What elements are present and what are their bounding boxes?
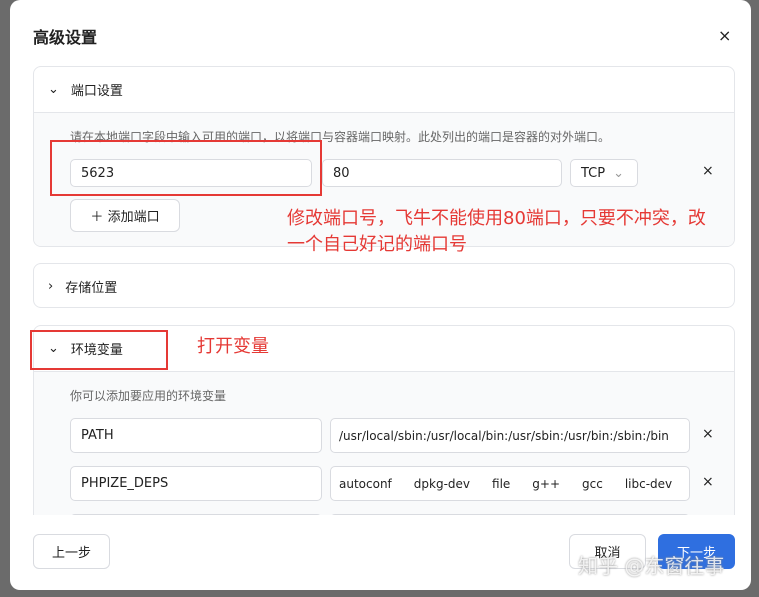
container-port-input[interactable]: 80 <box>322 159 562 187</box>
annotation-box <box>50 140 322 196</box>
watermark: 知乎 @东窗往事 <box>578 554 725 578</box>
prev-step-button[interactable]: 上一步 <box>33 534 110 569</box>
chevron-right-icon: › <box>48 279 54 294</box>
close-icon[interactable]: × <box>718 26 731 45</box>
chevron-down-icon: ⌄ <box>613 165 625 181</box>
annotation-box <box>30 330 168 370</box>
advanced-settings-dialog: 高级设置 × ⌄ 端口设置 请在本地端口字段中输入可用的端口，以将端口与容器端口映… <box>10 0 751 590</box>
remove-env-icon[interactable]: × <box>702 426 714 442</box>
env-annotation: 打开变量 <box>197 336 269 357</box>
env-value-tags[interactable]: autoconf dpkg-dev file g++ gcc libc-dev <box>330 466 690 501</box>
env-value-input[interactable]: /usr/local/sbin:/usr/local/bin:/usr/sbin… <box>330 418 690 453</box>
remove-port-icon[interactable]: × <box>702 163 714 179</box>
storage-section[interactable]: › 存储位置 <box>33 263 735 308</box>
env-key-input[interactable]: PATH <box>70 418 322 453</box>
protocol-select[interactable]: TCP ⌄ <box>570 159 638 187</box>
port-annotation: 修改端口号，飞牛不能使用80端口，只要不冲突，改一个自己好记的端口号 <box>287 208 706 255</box>
port-settings-header[interactable]: ⌄ 端口设置 <box>34 67 734 112</box>
add-port-button[interactable]: ＋ 添加端口 <box>70 199 180 232</box>
env-value-input[interactable] <box>330 514 690 515</box>
chevron-down-icon: ⌄ <box>48 82 59 97</box>
plus-icon: ＋ <box>90 210 108 225</box>
remove-env-icon[interactable]: × <box>702 474 714 490</box>
env-key-input[interactable]: PHPIZE_DEPS <box>70 466 322 501</box>
env-hint: 你可以添加要应用的环境变量 <box>70 389 227 403</box>
dialog-title: 高级设置 <box>33 28 98 47</box>
env-key-input[interactable] <box>70 514 322 515</box>
